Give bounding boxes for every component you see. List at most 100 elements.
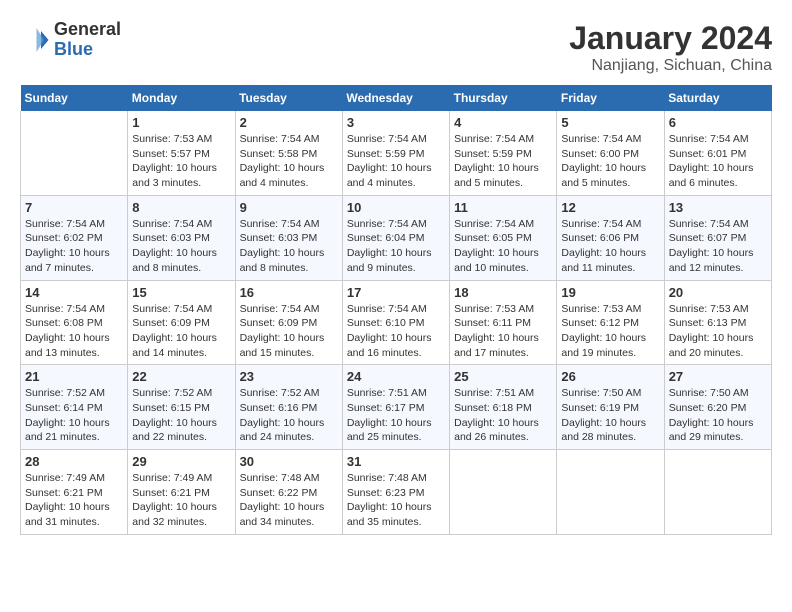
day-info: Sunrise: 7:49 AMSunset: 6:21 PMDaylight:… [132, 471, 230, 530]
calendar-cell: 18 Sunrise: 7:53 AMSunset: 6:11 PMDayligh… [450, 280, 557, 365]
calendar-cell: 23 Sunrise: 7:52 AMSunset: 6:16 PMDayligh… [235, 365, 342, 450]
day-info: Sunrise: 7:49 AMSunset: 6:21 PMDaylight:… [25, 471, 123, 530]
day-number: 12 [561, 200, 659, 215]
day-info: Sunrise: 7:54 AMSunset: 5:59 PMDaylight:… [454, 132, 552, 191]
day-info: Sunrise: 7:52 AMSunset: 6:14 PMDaylight:… [25, 386, 123, 445]
calendar-cell [557, 450, 664, 535]
calendar-cell: 11Sunrise: 7:54 AMSunset: 6:05 PMDayligh… [450, 195, 557, 280]
logo: General Blue [20, 20, 121, 60]
calendar-cell: 9 Sunrise: 7:54 AMSunset: 6:03 PMDaylight… [235, 195, 342, 280]
calendar-cell: 7 Sunrise: 7:54 AMSunset: 6:02 PMDaylight… [21, 195, 128, 280]
calendar-cell: 22 Sunrise: 7:52 AMSunset: 6:15 PMDayligh… [128, 365, 235, 450]
day-number: 29 [132, 454, 230, 469]
title-block: January 2024 Nanjiang, Sichuan, China [569, 20, 772, 75]
day-number: 18 [454, 285, 552, 300]
day-number: 10 [347, 200, 445, 215]
calendar-cell: 29 Sunrise: 7:49 AMSunset: 6:21 PMDayligh… [128, 450, 235, 535]
day-info: Sunrise: 7:54 AMSunset: 6:03 PMDaylight:… [132, 217, 230, 276]
calendar-cell: 31 Sunrise: 7:48 AMSunset: 6:23 PMDayligh… [342, 450, 449, 535]
calendar-cell: 3 Sunrise: 7:54 AMSunset: 5:59 PMDaylight… [342, 111, 449, 195]
month-title: January 2024 [569, 20, 772, 57]
day-info: Sunrise: 7:54 AMSunset: 5:58 PMDaylight:… [240, 132, 338, 191]
day-info: Sunrise: 7:53 AMSunset: 5:57 PMDaylight:… [132, 132, 230, 191]
logo-blue-text: Blue [54, 39, 93, 59]
day-number: 9 [240, 200, 338, 215]
calendar-cell: 4 Sunrise: 7:54 AMSunset: 5:59 PMDaylight… [450, 111, 557, 195]
day-number: 13 [669, 200, 767, 215]
weekday-header-saturday: Saturday [664, 85, 771, 111]
day-info: Sunrise: 7:51 AMSunset: 6:17 PMDaylight:… [347, 386, 445, 445]
day-info: Sunrise: 7:53 AMSunset: 6:11 PMDaylight:… [454, 302, 552, 361]
day-number: 6 [669, 115, 767, 130]
day-info: Sunrise: 7:54 AMSunset: 6:02 PMDaylight:… [25, 217, 123, 276]
weekday-header-wednesday: Wednesday [342, 85, 449, 111]
day-info: Sunrise: 7:54 AMSunset: 5:59 PMDaylight:… [347, 132, 445, 191]
day-info: Sunrise: 7:54 AMSunset: 6:09 PMDaylight:… [132, 302, 230, 361]
day-info: Sunrise: 7:54 AMSunset: 6:00 PMDaylight:… [561, 132, 659, 191]
logo-text: General Blue [54, 20, 121, 60]
calendar-cell: 10Sunrise: 7:54 AMSunset: 6:04 PMDayligh… [342, 195, 449, 280]
day-info: Sunrise: 7:54 AMSunset: 6:09 PMDaylight:… [240, 302, 338, 361]
calendar-cell [664, 450, 771, 535]
day-info: Sunrise: 7:53 AMSunset: 6:12 PMDaylight:… [561, 302, 659, 361]
day-info: Sunrise: 7:52 AMSunset: 6:16 PMDaylight:… [240, 386, 338, 445]
day-number: 4 [454, 115, 552, 130]
weekday-header-thursday: Thursday [450, 85, 557, 111]
logo-icon [20, 25, 50, 55]
day-number: 25 [454, 369, 552, 384]
calendar-cell: 8 Sunrise: 7:54 AMSunset: 6:03 PMDaylight… [128, 195, 235, 280]
day-number: 16 [240, 285, 338, 300]
day-number: 24 [347, 369, 445, 384]
weekday-header-friday: Friday [557, 85, 664, 111]
day-info: Sunrise: 7:52 AMSunset: 6:15 PMDaylight:… [132, 386, 230, 445]
weekday-header-tuesday: Tuesday [235, 85, 342, 111]
day-info: Sunrise: 7:54 AMSunset: 6:08 PMDaylight:… [25, 302, 123, 361]
calendar-cell: 27 Sunrise: 7:50 AMSunset: 6:20 PMDayligh… [664, 365, 771, 450]
calendar-cell: 21 Sunrise: 7:52 AMSunset: 6:14 PMDayligh… [21, 365, 128, 450]
day-number: 21 [25, 369, 123, 384]
calendar-cell: 14Sunrise: 7:54 AMSunset: 6:08 PMDayligh… [21, 280, 128, 365]
day-number: 20 [669, 285, 767, 300]
calendar-week-row: 14Sunrise: 7:54 AMSunset: 6:08 PMDayligh… [21, 280, 772, 365]
day-info: Sunrise: 7:53 AMSunset: 6:13 PMDaylight:… [669, 302, 767, 361]
day-number: 2 [240, 115, 338, 130]
weekday-header-row: SundayMondayTuesdayWednesdayThursdayFrid… [21, 85, 772, 111]
day-number: 8 [132, 200, 230, 215]
weekday-header-sunday: Sunday [21, 85, 128, 111]
day-number: 17 [347, 285, 445, 300]
day-number: 7 [25, 200, 123, 215]
calendar-cell [21, 111, 128, 195]
day-number: 15 [132, 285, 230, 300]
day-number: 3 [347, 115, 445, 130]
calendar-cell: 25 Sunrise: 7:51 AMSunset: 6:18 PMDayligh… [450, 365, 557, 450]
day-number: 19 [561, 285, 659, 300]
calendar-cell: 13 Sunrise: 7:54 AMSunset: 6:07 PMDayligh… [664, 195, 771, 280]
day-info: Sunrise: 7:54 AMSunset: 6:07 PMDaylight:… [669, 217, 767, 276]
location-text: Nanjiang, Sichuan, China [569, 57, 772, 75]
day-number: 22 [132, 369, 230, 384]
calendar-cell: 17Sunrise: 7:54 AMSunset: 6:10 PMDayligh… [342, 280, 449, 365]
logo-general-text: General [54, 19, 121, 39]
day-number: 28 [25, 454, 123, 469]
day-info: Sunrise: 7:51 AMSunset: 6:18 PMDaylight:… [454, 386, 552, 445]
day-info: Sunrise: 7:50 AMSunset: 6:20 PMDaylight:… [669, 386, 767, 445]
calendar-cell: 6Sunrise: 7:54 AMSunset: 6:01 PMDaylight… [664, 111, 771, 195]
calendar-cell: 2 Sunrise: 7:54 AMSunset: 5:58 PMDaylight… [235, 111, 342, 195]
day-info: Sunrise: 7:48 AMSunset: 6:23 PMDaylight:… [347, 471, 445, 530]
calendar-cell: 1 Sunrise: 7:53 AMSunset: 5:57 PMDaylight… [128, 111, 235, 195]
day-info: Sunrise: 7:54 AMSunset: 6:03 PMDaylight:… [240, 217, 338, 276]
calendar-week-row: 7 Sunrise: 7:54 AMSunset: 6:02 PMDaylight… [21, 195, 772, 280]
calendar-cell: 24 Sunrise: 7:51 AMSunset: 6:17 PMDayligh… [342, 365, 449, 450]
day-number: 1 [132, 115, 230, 130]
day-info: Sunrise: 7:48 AMSunset: 6:22 PMDaylight:… [240, 471, 338, 530]
day-number: 31 [347, 454, 445, 469]
day-number: 23 [240, 369, 338, 384]
calendar-week-row: 28 Sunrise: 7:49 AMSunset: 6:21 PMDayligh… [21, 450, 772, 535]
calendar-week-row: 1 Sunrise: 7:53 AMSunset: 5:57 PMDaylight… [21, 111, 772, 195]
page-header: General Blue January 2024 Nanjiang, Sich… [20, 20, 772, 75]
calendar-cell: 5Sunrise: 7:54 AMSunset: 6:00 PMDaylight… [557, 111, 664, 195]
calendar-cell: 16 Sunrise: 7:54 AMSunset: 6:09 PMDayligh… [235, 280, 342, 365]
calendar-cell: 30Sunrise: 7:48 AMSunset: 6:22 PMDayligh… [235, 450, 342, 535]
calendar-cell: 12Sunrise: 7:54 AMSunset: 6:06 PMDayligh… [557, 195, 664, 280]
day-number: 27 [669, 369, 767, 384]
